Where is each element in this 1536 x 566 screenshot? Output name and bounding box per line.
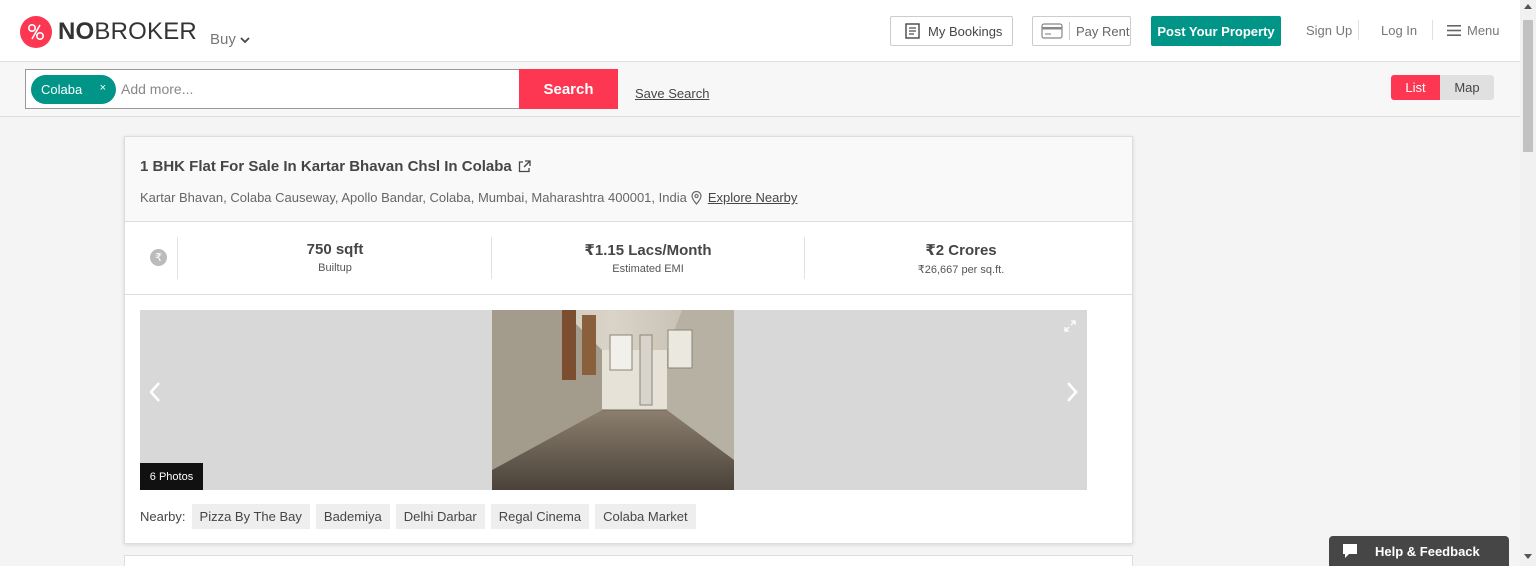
previous-photo-button[interactable] bbox=[148, 378, 162, 412]
search-box: Colaba × bbox=[25, 69, 520, 109]
menu-button[interactable]: Menu bbox=[1447, 23, 1500, 38]
top-header: NOBROKER Buy My Bookings Pay Rent Post Y… bbox=[0, 0, 1520, 62]
map-view-button[interactable]: Map bbox=[1440, 75, 1494, 100]
save-search-link[interactable]: Save Search bbox=[635, 86, 709, 101]
my-bookings-label: My Bookings bbox=[928, 23, 1003, 39]
post-property-button[interactable]: Post Your Property bbox=[1151, 16, 1281, 46]
divider bbox=[1358, 20, 1359, 40]
search-button[interactable]: Search bbox=[519, 69, 618, 109]
listing-card: 1 BHK Flat For Sale In Kartar Bhavan Chs… bbox=[124, 136, 1133, 544]
nearby-places: Nearby: Pizza By The Bay Bademiya Delhi … bbox=[140, 504, 696, 529]
nearby-tag[interactable]: Colaba Market bbox=[595, 504, 696, 529]
pay-rent-label: Pay Rent bbox=[1076, 23, 1130, 39]
credit-card-icon bbox=[1041, 23, 1063, 39]
pay-rent-button[interactable]: Pay Rent bbox=[1032, 16, 1131, 46]
stat-label: Estimated EMI bbox=[612, 263, 684, 275]
chevron-down-icon bbox=[240, 36, 250, 43]
listing-stats: ₹ 750 sqft Builtup ₹1.15 Lacs/Month Esti… bbox=[125, 223, 1132, 295]
help-feedback-label: Help & Feedback bbox=[1375, 543, 1480, 559]
nearby-tag[interactable]: Regal Cinema bbox=[490, 504, 590, 529]
listing-header: 1 BHK Flat For Sale In Kartar Bhavan Chs… bbox=[125, 137, 1132, 222]
rupee-icon: ₹ bbox=[150, 249, 167, 266]
my-bookings-button[interactable]: My Bookings bbox=[890, 16, 1013, 46]
log-in-link[interactable]: Log In bbox=[1381, 23, 1417, 38]
chevron-right-icon bbox=[1067, 382, 1078, 402]
nobroker-logo-icon bbox=[20, 16, 52, 48]
photo-gallery[interactable]: 6 Photos bbox=[140, 310, 1087, 490]
list-view-button[interactable]: List bbox=[1391, 75, 1440, 100]
listing-title-link[interactable]: 1 BHK Flat For Sale In Kartar Bhavan Chs… bbox=[140, 158, 531, 175]
buy-dropdown[interactable]: Buy bbox=[210, 31, 250, 48]
stat-label: ₹26,667 per sq.ft. bbox=[917, 264, 1005, 276]
page-scrollbar[interactable] bbox=[1520, 0, 1536, 566]
stat-value: 750 sqft bbox=[306, 241, 364, 258]
menu-label: Menu bbox=[1467, 23, 1500, 38]
scrollbar-thumb[interactable] bbox=[1523, 20, 1533, 152]
photo-count-badge[interactable]: 6 Photos bbox=[140, 463, 203, 490]
nobroker-logo[interactable]: NOBROKER bbox=[20, 16, 197, 48]
explore-nearby-link[interactable]: Explore Nearby bbox=[708, 190, 798, 205]
search-bar: Colaba × Search Save Search List Map bbox=[0, 62, 1520, 117]
location-pin-icon bbox=[691, 190, 702, 205]
chip-label: Colaba bbox=[41, 82, 83, 97]
listing-address: Kartar Bhavan, Colaba Causeway, Apollo B… bbox=[140, 190, 797, 205]
chat-bubble-icon bbox=[1343, 544, 1357, 558]
address-text: Kartar Bhavan, Colaba Causeway, Apollo B… bbox=[140, 190, 687, 205]
stat-area: 750 sqft Builtup bbox=[179, 241, 491, 274]
stat-price: ₹2 Crores ₹26,667 per sq.ft. bbox=[805, 241, 1117, 276]
nearby-label: Nearby: bbox=[140, 509, 186, 524]
chip-remove-icon[interactable]: × bbox=[100, 82, 106, 94]
next-photo-button[interactable] bbox=[1065, 378, 1079, 412]
property-photo[interactable] bbox=[492, 310, 734, 490]
stat-emi: ₹1.15 Lacs/Month Estimated EMI bbox=[492, 241, 804, 275]
location-chip-colaba[interactable]: Colaba × bbox=[31, 75, 116, 104]
search-input[interactable] bbox=[121, 78, 511, 100]
chevron-left-icon bbox=[149, 382, 160, 402]
stat-label: Builtup bbox=[318, 262, 352, 274]
scroll-up-arrow-icon[interactable] bbox=[1524, 4, 1532, 9]
hamburger-icon bbox=[1447, 25, 1461, 36]
nearby-tag[interactable]: Pizza By The Bay bbox=[191, 504, 310, 529]
scroll-down-arrow-icon[interactable] bbox=[1524, 554, 1532, 559]
expand-icon[interactable] bbox=[1064, 320, 1076, 332]
divider bbox=[177, 237, 178, 279]
buy-label: Buy bbox=[210, 31, 236, 48]
stat-value: ₹2 Crores bbox=[925, 242, 997, 259]
nearby-tag[interactable]: Delhi Darbar bbox=[395, 504, 485, 529]
divider bbox=[1432, 20, 1433, 40]
listing-title: 1 BHK Flat For Sale In Kartar Bhavan Chs… bbox=[140, 158, 512, 175]
nearby-tag[interactable]: Bademiya bbox=[315, 504, 390, 529]
logo-text: NOBROKER bbox=[58, 18, 197, 45]
external-link-icon bbox=[518, 160, 531, 173]
help-feedback-button[interactable]: Help & Feedback bbox=[1329, 536, 1509, 566]
next-listing-card bbox=[124, 555, 1133, 566]
view-toggle: List Map bbox=[1391, 75, 1494, 100]
divider bbox=[1069, 22, 1070, 40]
bookings-icon bbox=[905, 23, 920, 39]
stat-value: ₹1.15 Lacs/Month bbox=[584, 242, 712, 259]
sign-up-link[interactable]: Sign Up bbox=[1306, 23, 1352, 38]
